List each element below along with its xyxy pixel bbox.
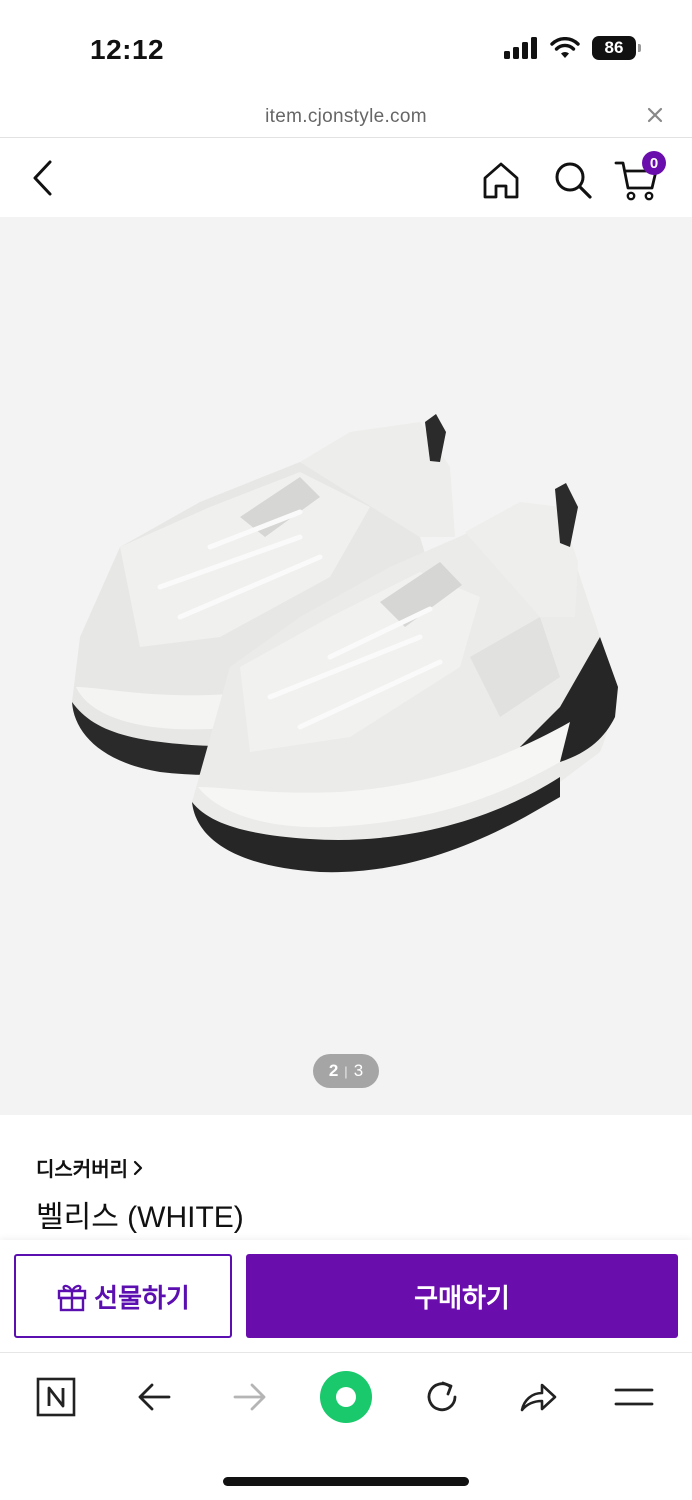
url-bar[interactable]: item.cjonstyle.com: [0, 100, 692, 138]
gift-button-label: 선물하기: [94, 1282, 190, 1313]
search-icon: [555, 162, 592, 199]
image-counter: 2 | 3: [313, 1054, 379, 1088]
gift-icon: [57, 1284, 87, 1312]
cellular-signal-icon: [504, 37, 537, 59]
app-header: 0: [0, 139, 692, 217]
image-counter-total: 3: [353, 1061, 364, 1080]
home-icon: [483, 162, 519, 199]
naver-home-button[interactable]: [26, 1367, 86, 1427]
buy-button-label: 구매하기: [414, 1282, 510, 1313]
cart-count-badge: 0: [642, 151, 666, 175]
product-name: 벨리스 (WHITE): [36, 1201, 244, 1234]
buy-button[interactable]: 구매하기: [246, 1254, 678, 1338]
forward-arrow-icon: [233, 1383, 266, 1411]
chevron-right-icon: [133, 1160, 143, 1175]
battery-icon: 86: [592, 36, 641, 60]
brand-link[interactable]: 디스커버리: [36, 1153, 144, 1182]
share-icon: [520, 1383, 557, 1412]
share-button[interactable]: [508, 1367, 568, 1427]
url-text[interactable]: item.cjonstyle.com: [0, 106, 692, 128]
browser-forward-button[interactable]: [220, 1367, 280, 1427]
browser-back-button[interactable]: [124, 1367, 184, 1427]
menu-button[interactable]: [604, 1367, 664, 1427]
home-button[interactable]: [478, 157, 524, 203]
green-dot-icon: [320, 1371, 372, 1423]
menu-icon: [614, 1388, 654, 1406]
wifi-icon: [550, 37, 580, 58]
back-button[interactable]: [20, 153, 64, 203]
product-image[interactable]: 2 | 3: [0, 217, 692, 1115]
image-counter-current: 2: [328, 1061, 339, 1080]
back-arrow-icon: [138, 1383, 171, 1411]
cart-button[interactable]: 0: [612, 151, 666, 203]
status-time: 12:12: [90, 34, 165, 65]
naver-green-dot-button[interactable]: [316, 1367, 376, 1427]
close-icon[interactable]: [644, 104, 666, 126]
chevron-left-icon: [33, 160, 52, 196]
sneakers-image: [72, 414, 618, 873]
refresh-icon: [427, 1381, 457, 1412]
gift-button[interactable]: 선물하기: [14, 1254, 232, 1338]
home-indicator: [223, 1477, 469, 1486]
status-icons: 86: [504, 36, 641, 60]
naver-n-icon: [36, 1377, 76, 1417]
refresh-button[interactable]: [412, 1367, 472, 1427]
purchase-action-bar: 선물하기 구매하기: [0, 1240, 692, 1352]
status-bar: 12:12 86: [0, 0, 692, 100]
search-button[interactable]: [550, 157, 596, 203]
browser-toolbar: [0, 1352, 692, 1442]
image-counter-separator: |: [344, 1063, 348, 1079]
brand-name[interactable]: 디스커버리: [36, 1153, 128, 1182]
